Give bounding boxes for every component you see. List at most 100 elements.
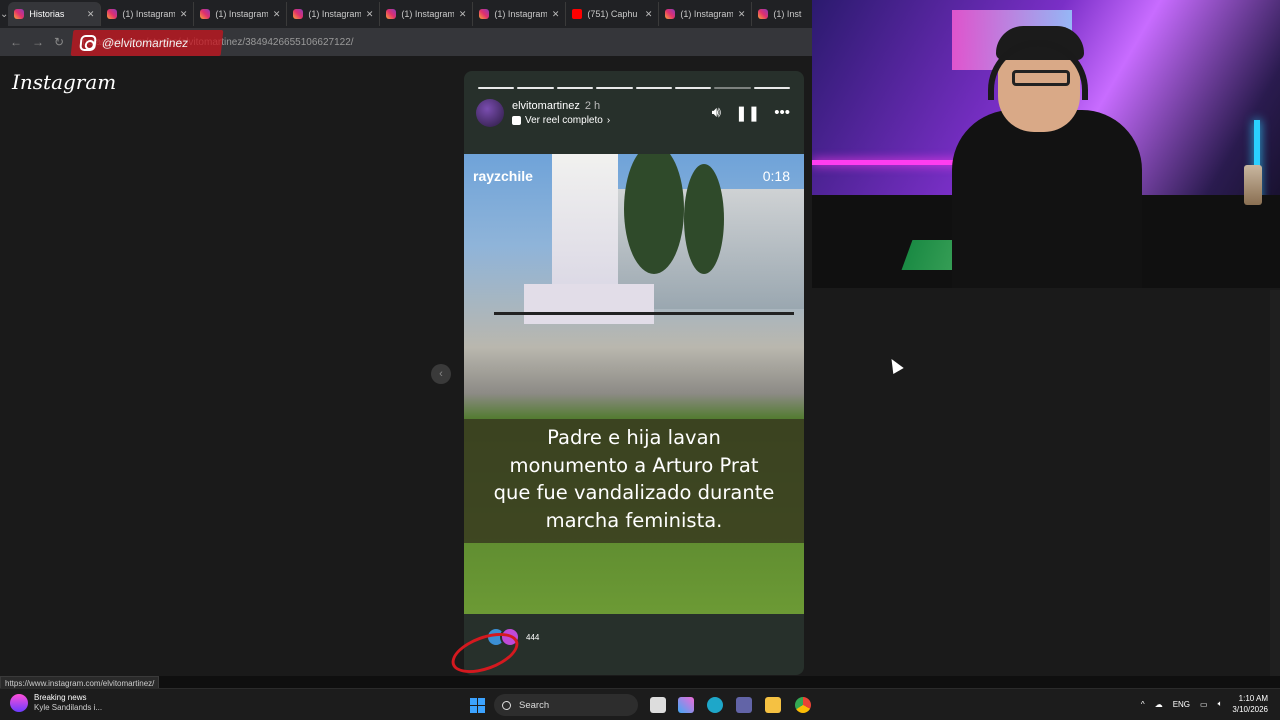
tab-strip: ⌄ Historias ✕ (1) Instagram ✕ (1) Instagram ✕… — [0, 0, 846, 28]
edge-icon[interactable] — [707, 697, 723, 713]
news-widget[interactable]: Breaking news Kyle Sandilands i... — [10, 693, 102, 713]
news-subtitle: Kyle Sandilands i... — [34, 703, 103, 712]
windows-start-icon[interactable] — [470, 698, 485, 713]
clock[interactable]: 1:10 AM 3/10/2026 — [1232, 693, 1268, 715]
progress-segment — [714, 87, 751, 89]
tab-title: (751) Caphu — [587, 9, 638, 19]
windows-taskbar: Breaking news Kyle Sandilands i... Searc… — [0, 688, 1280, 720]
browser-tab[interactable]: (751) Caphu ✕ — [566, 2, 660, 26]
chrome-icon[interactable] — [795, 697, 811, 713]
instagram-favicon-icon — [14, 9, 25, 19]
instagram-favicon-icon — [107, 9, 118, 19]
drink-can — [1244, 165, 1262, 205]
pause-icon[interactable]: ❚❚ — [735, 104, 760, 122]
browser-tab[interactable]: (1) Instagram ✕ — [194, 2, 288, 26]
forward-arrow-icon[interactable]: → — [32, 35, 44, 49]
chain-fence — [494, 312, 794, 315]
close-tab-icon[interactable]: ✕ — [645, 9, 653, 20]
instagram-favicon-icon — [293, 9, 304, 19]
instagram-favicon-icon — [479, 9, 490, 19]
monument — [552, 154, 618, 304]
tab-title: (1) Instagram — [215, 9, 268, 19]
story-header: elvitomartinez 2 h Ver reel completo › 🔊︎… — [476, 99, 790, 127]
browser-tab[interactable]: (1) Instagram ✕ — [380, 2, 474, 26]
reload-icon[interactable]: ↻ — [54, 35, 64, 49]
stream-handle-overlay: @elvitomartinez — [70, 30, 224, 56]
tab-search-chevron-icon[interactable]: ⌄ — [0, 0, 8, 28]
clock-date: 3/10/2026 — [1232, 705, 1268, 714]
video-timestamp: 0:18 — [762, 168, 790, 184]
viewer-count: 444 — [526, 632, 540, 642]
view-full-reel-link[interactable]: Ver reel completo › — [512, 115, 610, 126]
progress-segment — [596, 87, 633, 89]
caption-line: marcha feminista. — [545, 508, 723, 532]
taskbar-search[interactable]: Search — [494, 694, 638, 716]
video-caption: Padre e hija lavan monumento a Arturo Pr… — [464, 424, 804, 534]
progress-segment — [478, 87, 515, 89]
copilot-icon[interactable] — [678, 697, 694, 713]
close-tab-icon[interactable]: ✕ — [459, 9, 467, 20]
instagram-favicon-icon — [386, 9, 397, 19]
story-controls: 🔊︎ ❚❚ ••• — [712, 104, 790, 122]
more-options-icon[interactable]: ••• — [774, 104, 790, 122]
tab-list: Historias ✕ (1) Instagram ✕ (1) Instagram ✕ (1… — [8, 2, 846, 26]
close-tab-icon[interactable]: ✕ — [87, 9, 95, 20]
volume-icon[interactable]: 🔊︎ — [712, 104, 721, 122]
close-tab-icon[interactable]: ✕ — [552, 9, 560, 20]
caption-line: Padre e hija lavan — [547, 426, 721, 449]
progress-segment — [753, 87, 790, 89]
browser-tab[interactable]: (1) Instagram ✕ — [659, 2, 753, 26]
close-tab-icon[interactable]: ✕ — [180, 9, 188, 20]
teams-icon[interactable] — [736, 697, 752, 713]
news-title: Breaking news — [34, 693, 87, 702]
close-tab-icon[interactable]: ✕ — [738, 9, 746, 20]
youtube-favicon-icon — [572, 9, 583, 19]
browser-tab[interactable]: Historias ✕ — [8, 2, 102, 26]
avatar[interactable] — [476, 99, 504, 127]
video-scene — [464, 154, 804, 614]
instagram-glyph-icon — [79, 35, 97, 51]
view-full-reel-label: Ver reel completo — [525, 115, 603, 126]
previous-story-chevron-icon[interactable]: ‹ — [431, 364, 451, 384]
browser-tab[interactable]: (1) Instagram ✕ — [101, 2, 195, 26]
instagram-favicon-icon — [758, 9, 769, 19]
tab-title: (1) Instagram — [308, 9, 361, 19]
story-viewer: elvitomartinez 2 h Ver reel completo › 🔊︎… — [464, 71, 804, 675]
display-icon[interactable]: ▭ — [1200, 700, 1208, 709]
browser-tab[interactable]: (1) Instagram ✕ — [473, 2, 567, 26]
tab-title: Historias — [29, 9, 65, 19]
progress-segment — [556, 87, 594, 89]
speaker-icon[interactable]: 🔈︎ — [1218, 699, 1223, 709]
clock-time: 1:10 AM — [1238, 694, 1268, 703]
story-progress — [478, 87, 790, 89]
task-view-icon[interactable] — [650, 697, 666, 713]
tab-title: (1) Instagram — [122, 9, 175, 19]
pink-led-strip — [812, 160, 962, 165]
back-arrow-icon[interactable]: ← — [10, 35, 22, 49]
browser-tab[interactable]: (1) Instagram ✕ — [287, 2, 381, 26]
close-tab-icon[interactable]: ✕ — [366, 9, 374, 20]
system-tray: ^ ☁ ENG ▭ 🔈︎ 1:10 AM 3/10/2026 — [1141, 693, 1268, 715]
story-user: elvitomartinez 2 h — [512, 100, 610, 112]
story-video[interactable]: rayzchile 0:18 Padre e hija lavan monume… — [464, 154, 804, 614]
tray-chevron-icon[interactable]: ^ — [1141, 700, 1145, 709]
instagram-logo[interactable]: Instagram — [12, 70, 116, 94]
page-scrollbar[interactable] — [1270, 290, 1280, 676]
instagram-favicon-icon — [665, 9, 676, 19]
tab-title: (1) Instagram — [401, 9, 454, 19]
close-tab-icon[interactable]: ✕ — [273, 9, 281, 20]
file-explorer-icon[interactable] — [765, 697, 781, 713]
story-username[interactable]: elvitomartinez — [512, 100, 580, 112]
tab-title: (1) Instagram — [494, 9, 547, 19]
webcam-feed — [812, 0, 1280, 288]
progress-segment — [674, 87, 712, 89]
weather-icon[interactable]: ☁ — [1155, 700, 1163, 709]
progress-segment — [635, 87, 672, 89]
news-icon — [10, 694, 28, 712]
video-source-tag: rayzchile — [473, 168, 533, 184]
language-indicator[interactable]: ENG — [1173, 700, 1190, 709]
glasses — [1012, 70, 1070, 86]
search-icon — [502, 700, 511, 710]
instagram-favicon-icon — [200, 9, 211, 19]
search-label: Search — [519, 699, 550, 711]
